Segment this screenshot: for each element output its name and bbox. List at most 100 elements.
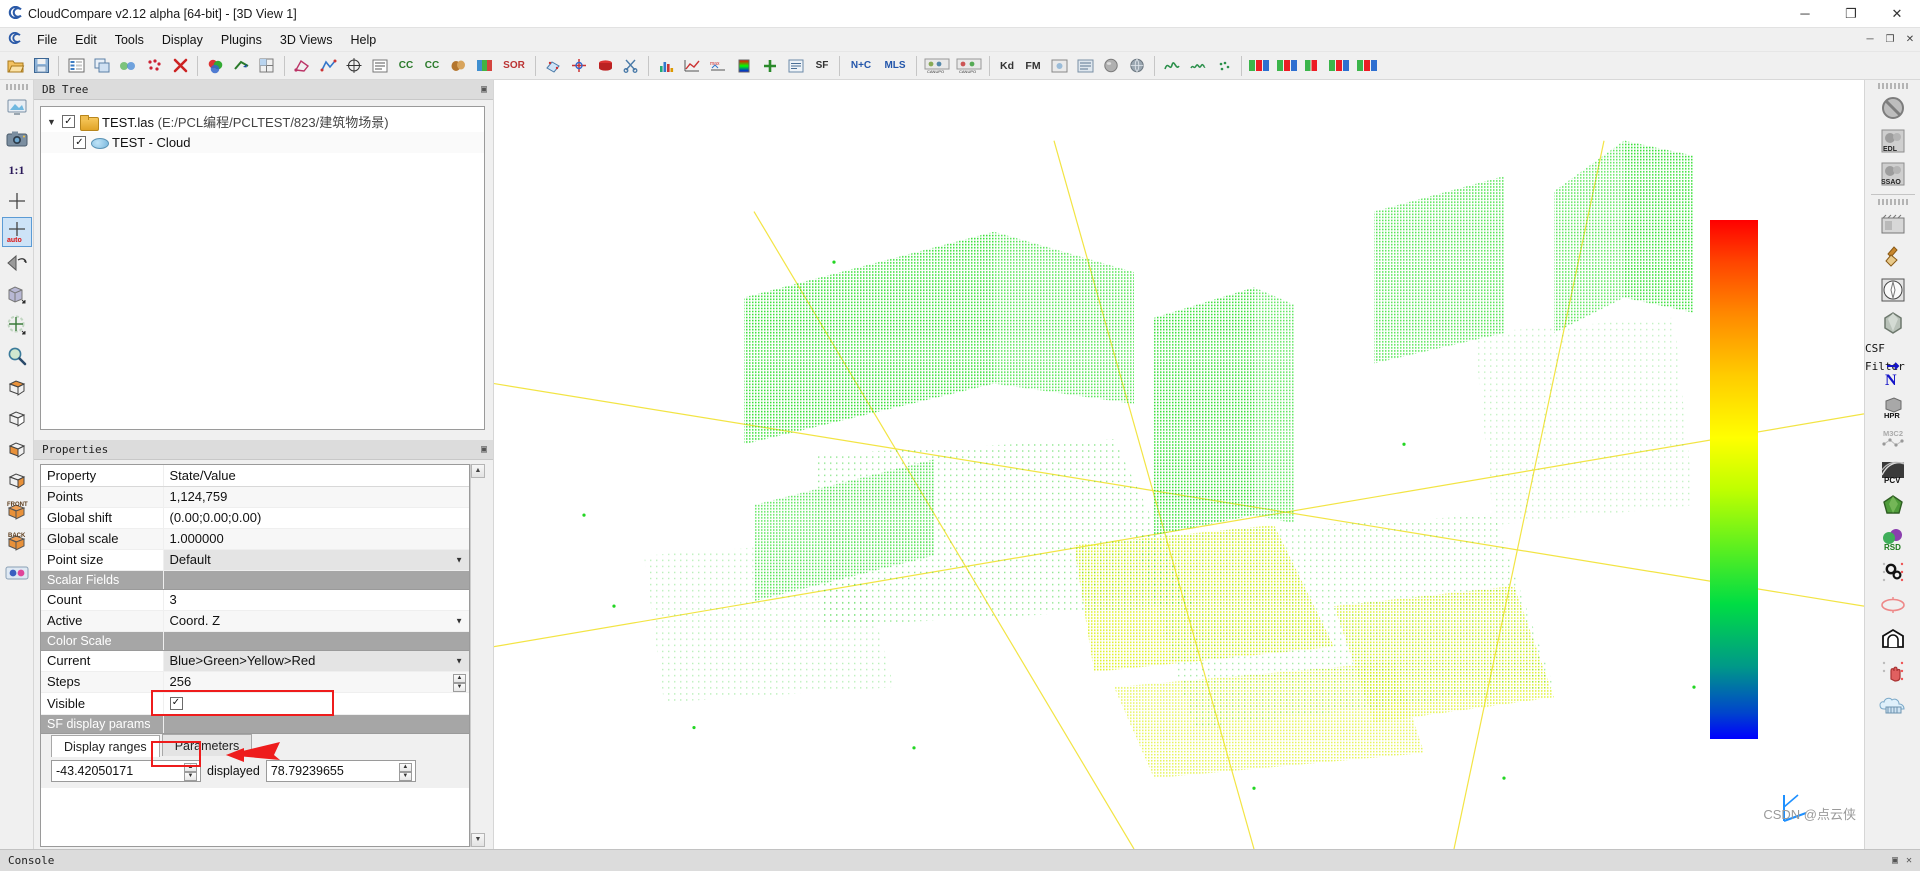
chevron-down-icon[interactable]: ▼	[455, 616, 463, 625]
undock-icon[interactable]: ▣	[481, 444, 487, 455]
tree-item-test-las[interactable]: ▼ ✓ TEST.las (E:/PCL编程/PCLTEST/823/建筑物场景…	[41, 111, 484, 132]
facets-fm-icon[interactable]: FM	[1020, 54, 1046, 78]
align-icon[interactable]	[471, 54, 497, 78]
table-row[interactable]: Global shift (0.00;0.00;0.00)	[41, 507, 469, 529]
menu-display[interactable]: Display	[153, 28, 212, 52]
spin-down-icon[interactable]: ▼	[184, 771, 197, 781]
pcv-icon[interactable]: PCV	[1873, 457, 1913, 489]
ssao-shader-icon[interactable]: SSAO	[1873, 158, 1913, 190]
merge-icon[interactable]	[115, 54, 141, 78]
table-row[interactable]: Steps 256 ▲ ▼	[41, 671, 469, 693]
point-list-picking-icon[interactable]	[367, 54, 393, 78]
delete-icon[interactable]	[167, 54, 193, 78]
sf-gradient-icon[interactable]	[731, 54, 757, 78]
menu-edit[interactable]: Edit	[66, 28, 106, 52]
kd-tree-icon[interactable]: Kd	[994, 54, 1020, 78]
normals-icon[interactable]	[228, 54, 254, 78]
spin-up-icon[interactable]: ▲	[184, 762, 197, 772]
zoom-icon[interactable]	[2, 341, 32, 371]
properties-icon[interactable]	[63, 54, 89, 78]
cross-section-icon[interactable]	[566, 54, 592, 78]
zoom-1-1-icon[interactable]: 1:1	[2, 155, 32, 185]
display-range-max-input[interactable]: 78.79239655 ▲ ▼	[265, 759, 416, 782]
tree-checkbox[interactable]: ✓	[62, 115, 75, 128]
scissors-icon[interactable]	[618, 54, 644, 78]
edl-shader-icon[interactable]: EDL	[1873, 125, 1913, 157]
mdi-close-button[interactable]: ✕	[1900, 34, 1920, 45]
table-row[interactable]: Active Coord. Z ▼	[41, 610, 469, 632]
broom-icon[interactable]	[1873, 241, 1913, 273]
toolbar-grip[interactable]	[1877, 199, 1908, 205]
mdi-restore-button[interactable]: ❐	[1880, 34, 1900, 45]
rgb-split-c-icon[interactable]	[1302, 54, 1326, 78]
pivot-center-icon[interactable]	[2, 186, 32, 216]
view-left-icon[interactable]	[2, 434, 32, 464]
auto-pivot-icon[interactable]: auto	[1, 217, 32, 247]
view-top-icon[interactable]	[2, 372, 32, 402]
add-sf-icon[interactable]	[757, 54, 783, 78]
color-scale-combo[interactable]: Blue>Green>Yellow>Red ▼	[163, 650, 469, 672]
visible-checkbox[interactable]: ✓	[169, 696, 183, 710]
primitive-factory-icon[interactable]	[592, 54, 618, 78]
db-tree-list[interactable]: ▼ ✓ TEST.las (E:/PCL编程/PCLTEST/823/建筑物场景…	[40, 106, 485, 430]
chevron-down-icon[interactable]: ▼	[455, 555, 463, 564]
display-range-min-input[interactable]: -43.42050171 ▲ ▼	[51, 759, 201, 782]
compass-icon[interactable]	[1873, 274, 1913, 306]
csf-filter-icon[interactable]	[1873, 307, 1913, 339]
table-row[interactable]: Global scale 1.000000	[41, 528, 469, 550]
translate-rotate-icon[interactable]	[2, 310, 32, 340]
subsample-icon[interactable]	[141, 54, 167, 78]
density-icon[interactable]	[1211, 54, 1237, 78]
mdi-minimize-button[interactable]: ─	[1860, 34, 1880, 45]
no-shader-icon[interactable]	[1873, 92, 1913, 124]
table-row[interactable]: Visible ✓	[41, 692, 469, 715]
minimize-button[interactable]: ─	[1782, 0, 1828, 27]
tunnel-icon[interactable]	[1873, 622, 1913, 654]
histogram-icon[interactable]	[653, 54, 679, 78]
view-back-icon[interactable]: BACK	[2, 527, 32, 557]
expander-icon[interactable]: ▼	[47, 117, 62, 127]
plot-icon[interactable]	[679, 54, 705, 78]
cube-view-icon[interactable]	[2, 279, 32, 309]
cloud-layers-icon[interactable]	[1873, 688, 1913, 720]
menu-tools[interactable]: Tools	[106, 28, 153, 52]
min-spinner[interactable]: ▲ ▼	[184, 762, 197, 781]
rgb-split-d-icon[interactable]	[1326, 54, 1354, 78]
3d-view[interactable]: CSDN @点云侠	[494, 80, 1864, 849]
sor-filter-icon[interactable]: SOR	[497, 54, 531, 78]
cc-compare-icon[interactable]: CC	[393, 54, 419, 78]
segment-icon[interactable]	[289, 54, 315, 78]
canupo-classify-icon[interactable]: CANUPO	[953, 54, 985, 78]
scroll-up-icon[interactable]: ▲	[471, 464, 485, 478]
scroll-down-icon[interactable]: ▼	[471, 833, 485, 847]
table-row[interactable]: Current Blue>Green>Yellow>Red ▼	[41, 650, 469, 672]
gears-icon[interactable]	[1873, 556, 1913, 588]
north-arrow-icon[interactable]: N	[1873, 358, 1913, 390]
close-button[interactable]: ✕	[1874, 0, 1920, 27]
open-file-icon[interactable]	[2, 54, 28, 78]
render-to-file-icon[interactable]	[1046, 54, 1072, 78]
roughness-icon[interactable]	[1185, 54, 1211, 78]
properties-scrollbar[interactable]: ▲ ▼	[470, 464, 485, 847]
fit-plane-icon[interactable]	[540, 54, 566, 78]
save-file-icon[interactable]	[28, 54, 54, 78]
flip-view-icon[interactable]	[2, 248, 32, 278]
animation-icon[interactable]	[1873, 208, 1913, 240]
spin-down-icon[interactable]: ▼	[398, 771, 412, 781]
toolbar-grip[interactable]	[5, 84, 28, 90]
poisson-recon-icon[interactable]	[1873, 490, 1913, 522]
tab-display-ranges[interactable]: Display ranges	[51, 734, 160, 757]
toolbar-grip[interactable]	[1877, 83, 1908, 89]
steps-input[interactable]: 256 ▲ ▼	[163, 671, 469, 693]
sf-arithmetic-icon[interactable]	[783, 54, 809, 78]
undock-icon[interactable]: ▣	[1892, 855, 1898, 866]
rgb-split-a-icon[interactable]	[1246, 54, 1274, 78]
tree-checkbox[interactable]: ✓	[73, 136, 86, 149]
globe-icon[interactable]	[1124, 54, 1150, 78]
mls-smoothing-icon[interactable]: MLS	[878, 54, 912, 78]
min-max-icon[interactable]: max	[705, 54, 731, 78]
sf-tool-icon[interactable]: SF	[809, 54, 835, 78]
maximize-button[interactable]: ❐	[1828, 0, 1874, 27]
stereo-mode-icon[interactable]	[2, 558, 32, 588]
rgb-split-b-icon[interactable]	[1274, 54, 1302, 78]
